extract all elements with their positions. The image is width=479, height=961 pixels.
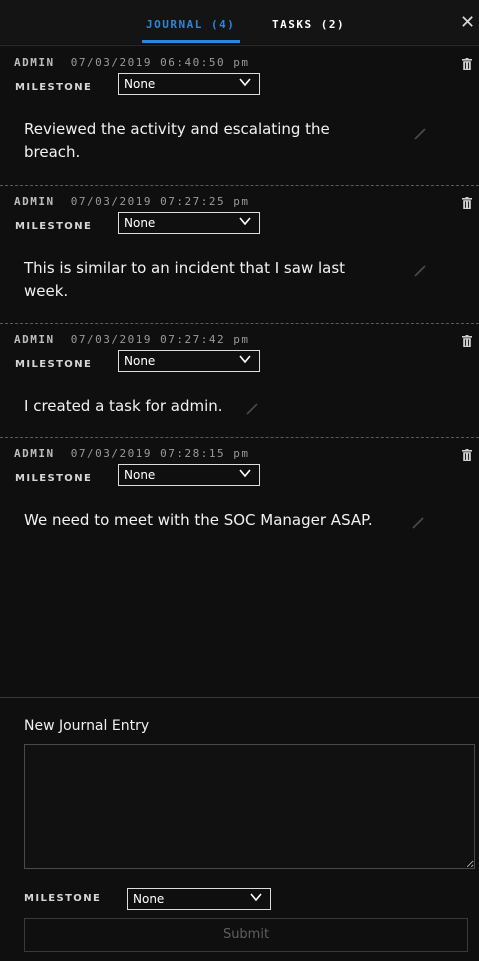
chevron-down-icon bbox=[239, 355, 251, 364]
trash-icon[interactable] bbox=[462, 197, 472, 209]
milestone-value: None bbox=[124, 216, 156, 230]
journal-entry: ADMIN 07/03/2019 07:28:15 pm MILESTONE N… bbox=[0, 439, 479, 579]
trash-icon[interactable] bbox=[462, 449, 472, 461]
journal-entry: ADMIN 07/03/2019 07:27:42 pm MILESTONE N… bbox=[0, 325, 479, 437]
new-entry-textarea[interactable] bbox=[24, 744, 475, 869]
entry-timestamp: 07/03/2019 07:27:25 pm bbox=[70, 195, 250, 208]
entry-timestamp: 07/03/2019 06:40:50 pm bbox=[70, 56, 250, 69]
entry-author: ADMIN bbox=[14, 447, 55, 460]
entry-divider bbox=[0, 323, 479, 324]
chevron-down-icon bbox=[250, 893, 262, 902]
milestone-label: MILESTONE bbox=[15, 221, 93, 232]
tab-journal[interactable]: JOURNAL (4) bbox=[146, 18, 235, 31]
milestone-value: None bbox=[124, 468, 156, 482]
milestone-select[interactable]: None bbox=[118, 464, 260, 486]
milestone-value: None bbox=[124, 77, 156, 91]
pencil-icon[interactable] bbox=[412, 517, 424, 529]
close-icon[interactable]: ✕ bbox=[460, 12, 475, 33]
tab-bar: JOURNAL (4) TASKS (2) ✕ bbox=[0, 0, 479, 44]
active-tab-indicator bbox=[142, 40, 240, 43]
milestone-select[interactable]: None bbox=[118, 73, 260, 95]
journal-entry: ADMIN 07/03/2019 06:40:50 pm MILESTONE N… bbox=[0, 48, 479, 185]
composer-divider bbox=[0, 697, 479, 698]
milestone-select[interactable]: None bbox=[118, 212, 260, 234]
pencil-icon[interactable] bbox=[246, 403, 258, 415]
milestone-value: None bbox=[124, 354, 156, 368]
entry-meta: ADMIN 07/03/2019 07:27:25 pm bbox=[14, 195, 249, 208]
chevron-down-icon bbox=[239, 217, 251, 226]
milestone-value: None bbox=[133, 892, 165, 906]
entry-meta: ADMIN 07/03/2019 07:28:15 pm bbox=[14, 447, 249, 460]
header-divider bbox=[0, 45, 479, 46]
milestone-label: MILESTONE bbox=[15, 82, 93, 93]
chevron-down-icon bbox=[239, 78, 251, 87]
entry-author: ADMIN bbox=[14, 333, 55, 346]
entry-divider bbox=[0, 437, 479, 438]
entry-text: This is similar to an incident that I sa… bbox=[24, 259, 346, 300]
entry-author: ADMIN bbox=[14, 56, 55, 69]
chevron-down-icon bbox=[239, 469, 251, 478]
entry-text: Reviewed the activity and escalating the… bbox=[24, 120, 330, 161]
milestone-select[interactable]: None bbox=[118, 350, 260, 372]
entry-text: We need to meet with the SOC Manager ASA… bbox=[24, 511, 373, 529]
new-entry-milestone-label: MILESTONE bbox=[24, 893, 102, 904]
entry-divider bbox=[0, 185, 479, 186]
milestone-label: MILESTONE bbox=[15, 359, 93, 370]
journal-entry: ADMIN 07/03/2019 07:27:25 pm MILESTONE N… bbox=[0, 187, 479, 323]
trash-icon[interactable] bbox=[462, 58, 472, 70]
entry-meta: ADMIN 07/03/2019 07:27:42 pm bbox=[14, 333, 249, 346]
entry-meta: ADMIN 07/03/2019 06:40:50 pm bbox=[14, 56, 249, 69]
tab-tasks[interactable]: TASKS (2) bbox=[272, 18, 345, 31]
pencil-icon[interactable] bbox=[414, 128, 426, 140]
trash-icon[interactable] bbox=[462, 335, 472, 347]
submit-button[interactable]: Submit bbox=[24, 918, 468, 952]
new-entry-milestone-select[interactable]: None bbox=[127, 888, 271, 910]
pencil-icon[interactable] bbox=[414, 265, 426, 277]
milestone-label: MILESTONE bbox=[15, 473, 93, 484]
entry-text: I created a task for admin. bbox=[24, 397, 223, 415]
entry-author: ADMIN bbox=[14, 195, 55, 208]
new-entry-title: New Journal Entry bbox=[24, 718, 150, 734]
entry-timestamp: 07/03/2019 07:28:15 pm bbox=[70, 447, 250, 460]
entry-timestamp: 07/03/2019 07:27:42 pm bbox=[70, 333, 250, 346]
